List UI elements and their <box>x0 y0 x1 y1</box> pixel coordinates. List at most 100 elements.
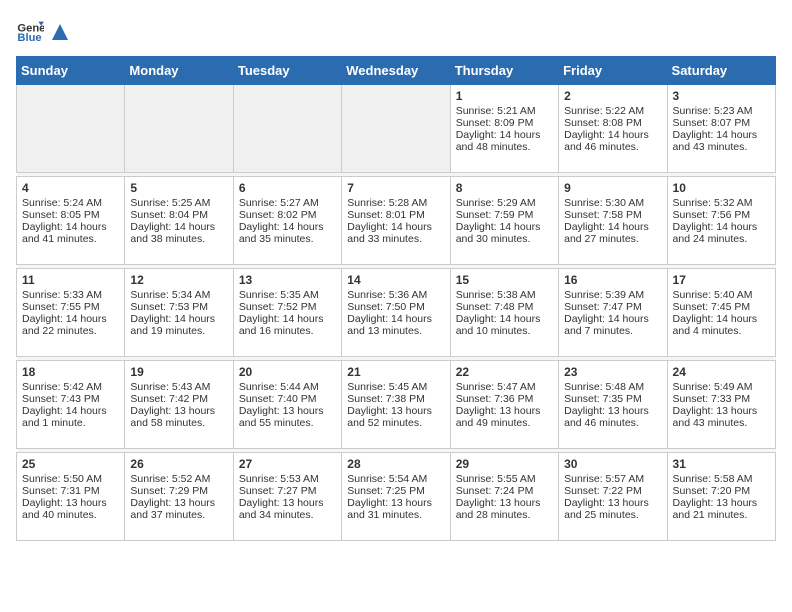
calendar-table: SundayMondayTuesdayWednesdayThursdayFrid… <box>16 56 776 541</box>
daylight-text: Daylight: 13 hours and 28 minutes. <box>456 497 553 521</box>
calendar-cell: 31Sunrise: 5:58 AMSunset: 7:20 PMDayligh… <box>667 453 775 541</box>
calendar-cell <box>342 85 450 173</box>
calendar-cell: 2Sunrise: 5:22 AMSunset: 8:08 PMDaylight… <box>559 85 667 173</box>
day-number: 13 <box>239 273 336 287</box>
calendar-cell: 21 Sunrise: 5:45 AMSunset: 7:38 PMDayligh… <box>342 361 450 449</box>
sunrise-text: Sunrise: 5:21 AM <box>456 105 553 117</box>
sunset-text: Sunset: 7:20 PM <box>673 485 770 497</box>
day-number: 26 <box>130 457 227 471</box>
sunset-text: Sunset: 7:45 PM <box>673 301 770 313</box>
day-number: 25 <box>22 457 119 471</box>
sunset-text: Sunset: 7:59 PM <box>456 209 553 221</box>
calendar-cell: 4Sunrise: 5:24 AMSunset: 8:05 PMDaylight… <box>17 177 125 265</box>
day-number: 11 <box>22 273 119 287</box>
sunrise-text: Sunrise: 5:43 AM <box>130 381 227 393</box>
calendar-cell: 12Sunrise: 5:34 AMSunset: 7:53 PMDayligh… <box>125 269 233 357</box>
sunrise-text: Sunrise: 5:58 AM <box>673 473 770 485</box>
day-number: 16 <box>564 273 661 287</box>
daylight-text: Daylight: 14 hours and 38 minutes. <box>130 221 227 245</box>
calendar-cell: 14Sunrise: 5:36 AMSunset: 7:50 PMDayligh… <box>342 269 450 357</box>
sunrise-text: Sunrise: 5:55 AM <box>456 473 553 485</box>
sunrise-text: Sunrise: 5:53 AM <box>239 473 336 485</box>
day-number: 18 <box>22 365 119 379</box>
sunset-text: Sunset: 8:08 PM <box>564 117 661 129</box>
calendar-week-row: 25Sunrise: 5:50 AMSunset: 7:31 PMDayligh… <box>17 453 776 541</box>
sunset-text: Sunset: 7:31 PM <box>22 485 119 497</box>
calendar-cell: 5Sunrise: 5:25 AMSunset: 8:04 PMDaylight… <box>125 177 233 265</box>
day-number: 4 <box>22 181 119 195</box>
day-number: 28 <box>347 457 444 471</box>
header-day-saturday: Saturday <box>667 57 775 85</box>
daylight-text: Daylight: 13 hours and 52 minutes. <box>347 405 444 429</box>
daylight-text: Daylight: 14 hours and 10 minutes. <box>456 313 553 337</box>
sunset-text: Sunset: 7:53 PM <box>130 301 227 313</box>
daylight-text: Daylight: 13 hours and 34 minutes. <box>239 497 336 521</box>
sunrise-text: Sunrise: 5:44 AM <box>239 381 336 393</box>
sunrise-text: Sunrise: 5:49 AM <box>673 381 770 393</box>
day-number: 20 <box>239 365 336 379</box>
calendar-cell: 17Sunrise: 5:40 AMSunset: 7:45 PMDayligh… <box>667 269 775 357</box>
day-number: 23 <box>564 365 661 379</box>
daylight-text: Daylight: 14 hours and 4 minutes. <box>673 313 770 337</box>
sunset-text: Sunset: 7:38 PM <box>347 393 444 405</box>
calendar-cell: 20Sunrise: 5:44 AMSunset: 7:40 PMDayligh… <box>233 361 341 449</box>
sunrise-text: Sunrise: 5:48 AM <box>564 381 661 393</box>
header-day-friday: Friday <box>559 57 667 85</box>
sunrise-text: Sunrise: 5:54 AM <box>347 473 444 485</box>
day-number: 21 <box>347 365 444 379</box>
sunrise-text: Sunrise: 5:32 AM <box>673 197 770 209</box>
daylight-text: Daylight: 14 hours and 27 minutes. <box>564 221 661 245</box>
calendar-cell: 19Sunrise: 5:43 AMSunset: 7:42 PMDayligh… <box>125 361 233 449</box>
day-number: 3 <box>673 89 770 103</box>
sunrise-text: Sunrise: 5:29 AM <box>456 197 553 209</box>
daylight-text: Daylight: 13 hours and 46 minutes. <box>564 405 661 429</box>
calendar-cell: 23Sunrise: 5:48 AMSunset: 7:35 PMDayligh… <box>559 361 667 449</box>
logo-triangle-icon <box>50 22 70 42</box>
sunrise-text: Sunrise: 5:28 AM <box>347 197 444 209</box>
calendar-week-row: 18Sunrise: 5:42 AMSunset: 7:43 PMDayligh… <box>17 361 776 449</box>
sunrise-text: Sunrise: 5:23 AM <box>673 105 770 117</box>
sunrise-text: Sunrise: 5:45 AM <box>347 381 444 393</box>
sunset-text: Sunset: 7:25 PM <box>347 485 444 497</box>
calendar-cell: 25Sunrise: 5:50 AMSunset: 7:31 PMDayligh… <box>17 453 125 541</box>
sunset-text: Sunset: 7:27 PM <box>239 485 336 497</box>
sunrise-text: Sunrise: 5:38 AM <box>456 289 553 301</box>
sunrise-text: Sunrise: 5:57 AM <box>564 473 661 485</box>
calendar-cell: 27Sunrise: 5:53 AMSunset: 7:27 PMDayligh… <box>233 453 341 541</box>
day-number: 29 <box>456 457 553 471</box>
daylight-text: Daylight: 14 hours and 35 minutes. <box>239 221 336 245</box>
daylight-text: Daylight: 14 hours and 33 minutes. <box>347 221 444 245</box>
day-number: 6 <box>239 181 336 195</box>
daylight-text: Daylight: 13 hours and 31 minutes. <box>347 497 444 521</box>
daylight-text: Daylight: 13 hours and 58 minutes. <box>130 405 227 429</box>
calendar-cell: 29Sunrise: 5:55 AMSunset: 7:24 PMDayligh… <box>450 453 558 541</box>
day-number: 14 <box>347 273 444 287</box>
sunrise-text: Sunrise: 5:22 AM <box>564 105 661 117</box>
day-number: 24 <box>673 365 770 379</box>
day-number: 31 <box>673 457 770 471</box>
header: General Blue <box>16 16 776 44</box>
day-number: 5 <box>130 181 227 195</box>
sunset-text: Sunset: 7:58 PM <box>564 209 661 221</box>
sunrise-text: Sunrise: 5:27 AM <box>239 197 336 209</box>
daylight-text: Daylight: 14 hours and 30 minutes. <box>456 221 553 245</box>
daylight-text: Daylight: 13 hours and 37 minutes. <box>130 497 227 521</box>
calendar-cell: 13Sunrise: 5:35 AMSunset: 7:52 PMDayligh… <box>233 269 341 357</box>
sunrise-text: Sunrise: 5:42 AM <box>22 381 119 393</box>
calendar-cell: 10Sunrise: 5:32 AMSunset: 7:56 PMDayligh… <box>667 177 775 265</box>
calendar-cell: 16Sunrise: 5:39 AMSunset: 7:47 PMDayligh… <box>559 269 667 357</box>
calendar-week-row: 11Sunrise: 5:33 AMSunset: 7:55 PMDayligh… <box>17 269 776 357</box>
daylight-text: Daylight: 14 hours and 7 minutes. <box>564 313 661 337</box>
sunset-text: Sunset: 7:47 PM <box>564 301 661 313</box>
sunset-text: Sunset: 7:50 PM <box>347 301 444 313</box>
sunset-text: Sunset: 7:55 PM <box>22 301 119 313</box>
header-day-wednesday: Wednesday <box>342 57 450 85</box>
daylight-text: Daylight: 14 hours and 16 minutes. <box>239 313 336 337</box>
svg-text:Blue: Blue <box>17 32 41 44</box>
daylight-text: Daylight: 13 hours and 55 minutes. <box>239 405 336 429</box>
sunset-text: Sunset: 8:09 PM <box>456 117 553 129</box>
sunset-text: Sunset: 7:36 PM <box>456 393 553 405</box>
calendar-cell: 24Sunrise: 5:49 AMSunset: 7:33 PMDayligh… <box>667 361 775 449</box>
daylight-text: Daylight: 14 hours and 46 minutes. <box>564 129 661 153</box>
day-number: 1 <box>456 89 553 103</box>
